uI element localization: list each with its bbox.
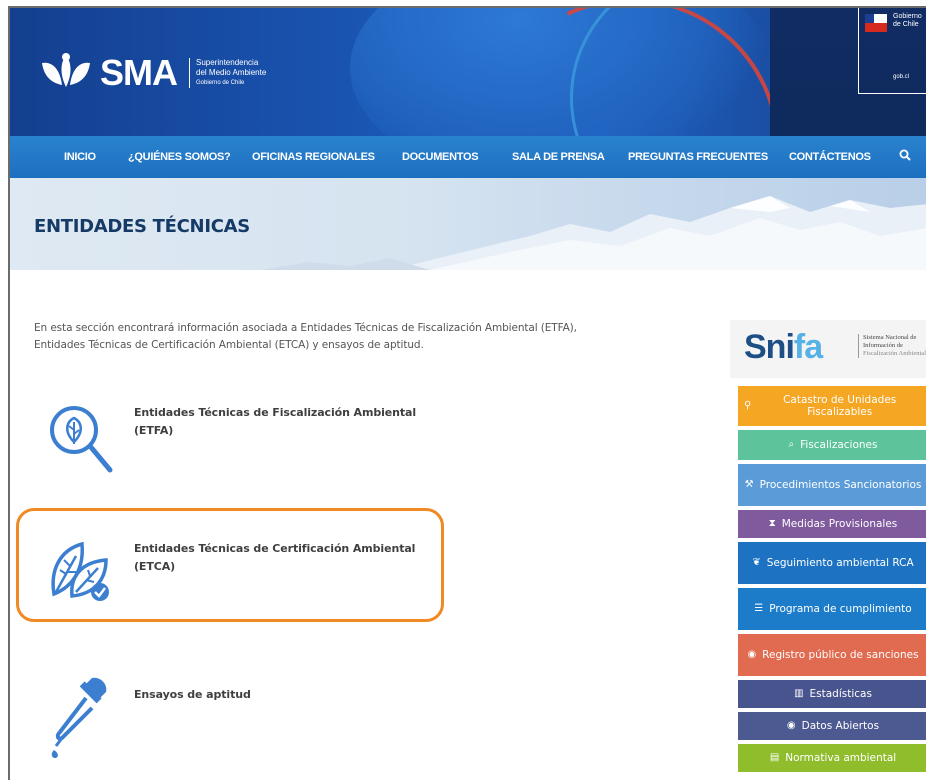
sma-leaf-icon (38, 53, 94, 93)
list-icon: ☰ (754, 603, 764, 614)
eye-icon: ◉ (786, 720, 796, 731)
leaf-magnifier-icon[interactable] (44, 400, 116, 478)
sidebar-button-registro[interactable]: ◉ Registro público de sanciones (738, 634, 926, 676)
nav-item-sala-de-prensa[interactable]: SALA DE PRENSA (512, 151, 605, 163)
nav-item-inicio[interactable]: INICIO (64, 151, 96, 163)
entry-ensayos[interactable]: Ensayos de aptitud (134, 686, 251, 704)
sidebar-button-datos-abiertos[interactable]: ◉ Datos Abiertos (738, 712, 926, 740)
eye-icon: ◉ (747, 649, 757, 660)
sidebar-button-estadisticas[interactable]: ▥ Estadísticas (738, 680, 926, 708)
chart-icon: ▥ (794, 688, 804, 699)
map-marker-icon: ⚲ (744, 400, 752, 411)
hourglass-icon: ⧗ (768, 518, 776, 529)
search-icon: ⌕ (788, 439, 795, 450)
logo-title: SMA (100, 52, 178, 93)
sidebar-button-procedimientos[interactable]: ⚒ Procedimientos Sancionatorios (738, 464, 926, 506)
chile-flag-icon (865, 14, 887, 32)
entry-etca[interactable]: Entidades Técnicas de Certificación Ambi… (134, 540, 415, 576)
dropper-icon[interactable] (46, 674, 110, 760)
nav-item-preguntas-frecuentes[interactable]: PREGUNTAS FRECUENTES (628, 151, 768, 163)
nav-item-oficinas-regionales[interactable]: OFICINAS REGIONALES (252, 151, 375, 163)
main-nav: INICIO ¿QUIÉNES SOMOS? OFICINAS REGIONAL… (10, 136, 926, 178)
sidebar-button-fiscalizaciones[interactable]: ⌕ Fiscalizaciones (738, 430, 926, 460)
entry-etfa[interactable]: Entidades Técnicas de Fiscalización Ambi… (134, 404, 416, 440)
sidebar-button-seguimiento[interactable]: ❦ Seguimiento ambiental RCA (738, 542, 926, 584)
logo-subtitle: Superintendencia del Medio Ambiente Gobi… (189, 58, 266, 88)
leaf-icon: ❦ (752, 557, 761, 568)
search-icon[interactable] (899, 149, 911, 161)
sidebar-button-normativa[interactable]: ▤ Normativa ambiental (738, 744, 926, 772)
site-header: SMA Superintendencia del Medio Ambiente … (10, 8, 926, 136)
sidebar-button-medidas[interactable]: ⧗ Medidas Provisionales (738, 510, 926, 538)
nav-item-contactenos[interactable]: CONTÁCTENOS (789, 151, 871, 163)
nav-item-documentos[interactable]: DOCUMENTOS (402, 151, 479, 163)
browser-viewport: SMA Superintendencia del Medio Ambiente … (8, 6, 926, 780)
sidebar-button-programa[interactable]: ☰ Programa de cumplimiento (738, 588, 926, 630)
gavel-icon: ⚒ (744, 479, 754, 490)
nav-item-quienes-somos[interactable]: ¿QUIÉNES SOMOS? (128, 151, 231, 163)
sidebar-button-catastro[interactable]: ⚲ Catastro de Unidades Fiscalizables (738, 386, 926, 426)
document-icon: ▤ (769, 752, 780, 763)
snifa-logo[interactable]: Snifa Sistema Nacional de Información de… (730, 320, 926, 378)
page-title: ENTIDADES TÉCNICAS (34, 216, 250, 237)
leaves-check-icon[interactable] (46, 530, 116, 606)
gobierno-de-chile-logo[interactable]: Gobierno de Chile gob.cl (858, 8, 926, 94)
sma-logo[interactable]: SMA Superintendencia del Medio Ambiente … (38, 52, 266, 94)
page-banner: ENTIDADES TÉCNICAS (10, 178, 926, 270)
intro-text: En esta sección encontrará información a… (34, 322, 577, 351)
